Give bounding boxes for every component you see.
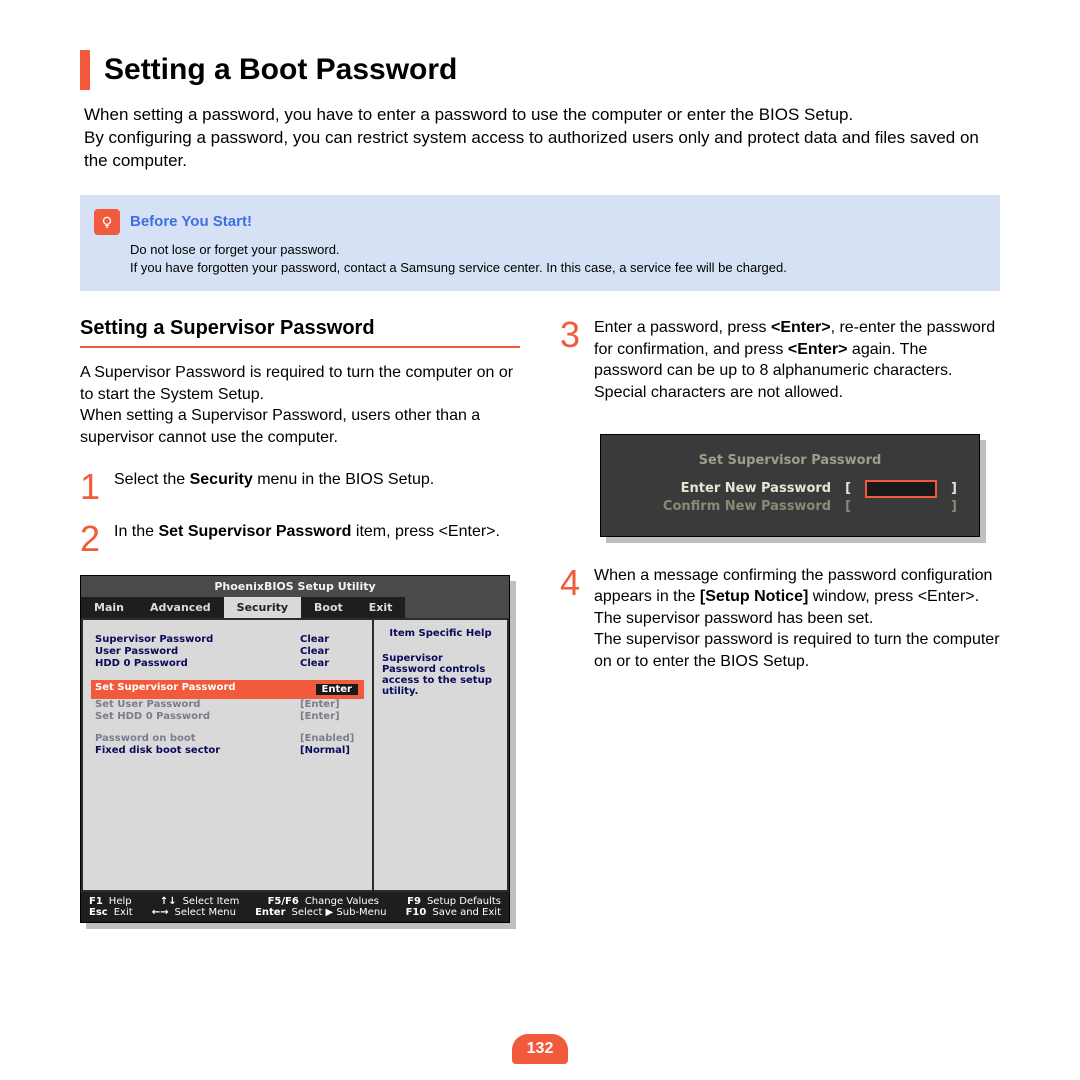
bios-footer: F1Help ↑↓Select Item F5/F6Change Values …: [81, 892, 509, 922]
step-text: Select the Security menu in the BIOS Set…: [114, 469, 434, 505]
step-number: 2: [80, 521, 114, 557]
password-field: [865, 498, 937, 516]
section-para: A Supervisor Password is required to tur…: [80, 362, 520, 448]
step-number: 4: [560, 565, 594, 673]
step-number: 3: [560, 317, 594, 403]
bios-row-highlighted: Set Supervisor Password Enter: [93, 682, 362, 697]
step-number: 1: [80, 469, 114, 505]
accent-bar: [80, 50, 90, 90]
bios-title: PhoenixBIOS Setup Utility: [81, 576, 509, 597]
step-text: In the Set Supervisor Password item, pre…: [114, 521, 500, 557]
bios-help-text: Supervisor Password controls access to t…: [382, 653, 499, 697]
step-text: When a message confirming the password c…: [594, 565, 1000, 673]
password-field: [865, 480, 937, 498]
dialog-title: Set Supervisor Password: [623, 453, 957, 468]
section-rule: [80, 346, 520, 348]
password-dialog: Set Supervisor Password Enter New Passwo…: [600, 434, 980, 537]
tip-line: If you have forgotten your password, con…: [130, 259, 984, 277]
intro-text: When setting a password, you have to ent…: [80, 104, 1000, 173]
tip-title: Before You Start!: [130, 213, 252, 230]
bios-tab-active: Security: [224, 597, 301, 618]
page-number: 132: [512, 1034, 568, 1064]
bios-tab: Boot: [301, 597, 356, 618]
bios-tab: Exit: [356, 597, 406, 618]
bios-tab: Advanced: [137, 597, 224, 618]
dialog-label: Confirm New Password: [663, 499, 831, 514]
section-head: Setting a Supervisor Password: [80, 317, 520, 340]
bios-tabs: Main Advanced Security Boot Exit: [81, 597, 509, 618]
bios-tab: Main: [81, 597, 137, 618]
page-title: Setting a Boot Password: [104, 53, 457, 87]
tip-line: Do not lose or forget your password.: [130, 241, 984, 259]
lightbulb-icon: [94, 209, 120, 235]
bios-help-title: Item Specific Help: [382, 628, 499, 639]
tip-callout: Before You Start! Do not lose or forget …: [80, 195, 1000, 291]
bios-screenshot: PhoenixBIOS Setup Utility Main Advanced …: [80, 575, 510, 923]
step-text: Enter a password, press <Enter>, re-ente…: [594, 317, 1000, 403]
dialog-label: Enter New Password: [681, 481, 831, 496]
